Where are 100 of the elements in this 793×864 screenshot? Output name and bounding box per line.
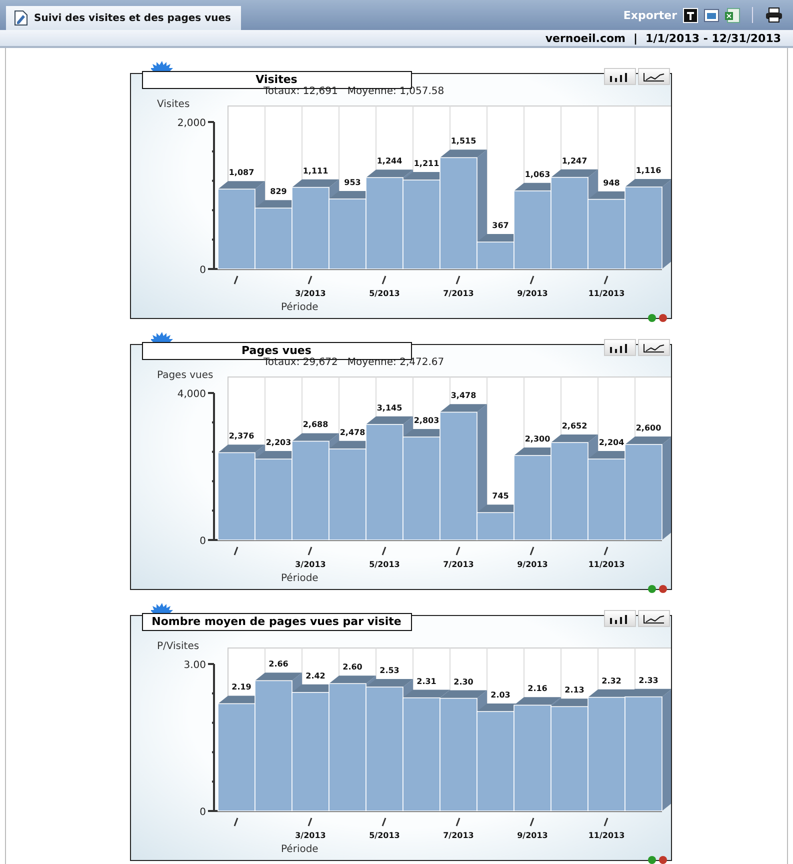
value-label: 2.32 xyxy=(601,676,621,686)
value-label: 2,478 xyxy=(339,428,365,437)
value-label: 1,116 xyxy=(635,166,661,175)
x-tick-label: 11/2013 xyxy=(588,831,624,840)
x-axis-label: Période xyxy=(280,844,318,855)
x-tick-mark xyxy=(381,276,386,284)
x-tick-mark xyxy=(455,546,460,556)
value-label: 1,087 xyxy=(228,168,254,178)
value-label: 2.03 xyxy=(490,690,510,700)
date-range: 1/1/2013 - 12/31/2013 xyxy=(646,32,781,44)
x-tick-mark xyxy=(529,818,534,826)
value-label: 2.33 xyxy=(638,676,658,685)
value-label: 745 xyxy=(492,492,508,501)
chart-title: Pages vues xyxy=(142,342,412,360)
value-label: 2.31 xyxy=(416,676,436,686)
value-label: 1,244 xyxy=(376,156,402,166)
value-label: 2.66 xyxy=(268,660,288,669)
y-tick-label: 0 xyxy=(199,265,206,276)
value-label: 2,376 xyxy=(228,432,254,441)
value-label: 953 xyxy=(344,178,360,187)
x-tick-label: 9/2013 xyxy=(516,289,548,298)
value-label: 2.53 xyxy=(379,666,399,676)
x-tick-mark xyxy=(233,276,238,284)
value-label: 829 xyxy=(270,187,286,196)
x-tick-mark xyxy=(307,546,312,556)
x-tick-label: 11/2013 xyxy=(588,560,624,569)
x-tick-mark xyxy=(381,818,386,826)
value-label: 2,652 xyxy=(561,422,587,431)
value-label: 1,211 xyxy=(413,159,439,168)
line-chart-button[interactable] xyxy=(638,610,670,627)
value-label: 1,111 xyxy=(302,166,328,176)
x-tick-mark xyxy=(529,546,534,556)
tab-label: Suivi des visites et des pages vues xyxy=(34,12,231,24)
x-tick-label: 7/2013 xyxy=(442,289,474,298)
y-tick-label: 0 xyxy=(199,536,206,547)
value-label: 2,688 xyxy=(302,420,328,430)
x-tick-mark xyxy=(307,276,312,284)
status-dot xyxy=(648,856,656,864)
value-label: 2.16 xyxy=(527,684,547,694)
y-axis-label: Pages vues xyxy=(156,370,213,381)
x-axis-label: Période xyxy=(280,302,318,313)
text-export-icon[interactable] xyxy=(683,8,698,22)
value-label: 2,300 xyxy=(524,434,550,444)
chart-title: Visites xyxy=(142,71,412,89)
status-dot xyxy=(648,314,656,322)
x-tick-mark xyxy=(381,546,386,556)
line-chart-button[interactable] xyxy=(638,68,670,85)
spreadsheet-export-icon[interactable] xyxy=(725,8,740,22)
x-tick-label: 11/2013 xyxy=(588,289,624,298)
x-tick-mark xyxy=(603,818,608,826)
value-label: 2.60 xyxy=(342,662,362,672)
status-dot xyxy=(658,585,666,593)
value-label: 2.13 xyxy=(564,686,584,695)
status-dot xyxy=(658,856,666,864)
x-tick-label: 5/2013 xyxy=(368,831,400,840)
value-label: 2,204 xyxy=(598,438,624,447)
page-tab[interactable]: Suivi des visites et des pages vues xyxy=(6,6,241,30)
value-label: 367 xyxy=(492,221,508,230)
value-label: 3,478 xyxy=(450,391,476,400)
x-tick-mark xyxy=(455,818,460,826)
x-axis-label: Période xyxy=(280,573,318,584)
separator-text: | xyxy=(634,32,638,44)
line-chart-icon xyxy=(642,72,664,82)
x-tick-mark xyxy=(233,546,238,556)
x-tick-mark xyxy=(233,818,238,826)
x-tick-mark xyxy=(529,276,534,284)
export-label: Exporter xyxy=(623,8,677,22)
x-tick-label: 3/2013 xyxy=(294,560,326,569)
value-label: 948 xyxy=(602,178,620,188)
bar-chart-button[interactable] xyxy=(604,339,636,356)
value-label: 2,203 xyxy=(265,438,291,448)
image-export-icon[interactable] xyxy=(704,8,719,22)
x-tick-label: 9/2013 xyxy=(516,831,548,840)
print-icon[interactable] xyxy=(765,7,783,23)
x-tick-label: 5/2013 xyxy=(368,560,400,569)
value-label: 2.42 xyxy=(305,671,325,680)
site-name: vernoeil.com xyxy=(545,32,626,44)
document-icon xyxy=(14,10,28,26)
line-chart-button[interactable] xyxy=(638,339,670,356)
chart-summary: Totaux: 29,672 Moyenne: 2,472.67 xyxy=(264,357,444,368)
value-label: 2,600 xyxy=(635,423,661,432)
x-tick-mark xyxy=(307,818,312,826)
value-label: 2,803 xyxy=(413,416,439,425)
bar-chart-button[interactable] xyxy=(604,610,636,627)
x-tick-label: 7/2013 xyxy=(442,831,474,840)
status-dot xyxy=(658,314,666,322)
value-label: 2.30 xyxy=(453,677,473,686)
x-tick-label: 3/2013 xyxy=(294,831,326,840)
value-label: 3,145 xyxy=(376,403,402,412)
x-tick-label: 9/2013 xyxy=(516,560,548,569)
x-tick-mark xyxy=(455,276,460,284)
value-label: 1,063 xyxy=(524,170,550,179)
line-chart-icon xyxy=(642,342,664,352)
status-dot xyxy=(648,585,656,593)
value-label: 1,515 xyxy=(450,136,476,146)
x-tick-label: 5/2013 xyxy=(368,289,400,298)
bar-chart-button[interactable] xyxy=(604,68,636,85)
y-tick-label: 0 xyxy=(199,807,206,818)
x-tick-mark xyxy=(603,546,608,556)
y-tick-label: 4,000 xyxy=(176,389,206,400)
